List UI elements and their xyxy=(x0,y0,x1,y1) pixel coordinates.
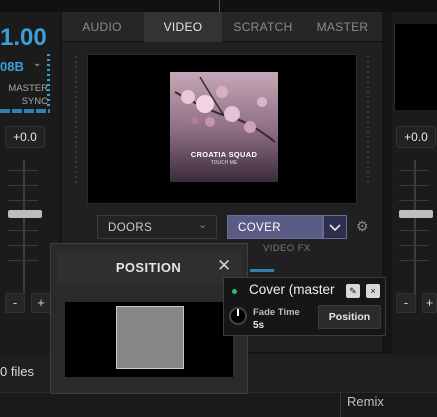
pitch-slider-thumb[interactable] xyxy=(8,210,42,218)
pitch-plus-button[interactable]: + xyxy=(31,293,51,313)
slider-tick xyxy=(399,200,429,201)
pitch-slider-thumb-right[interactable] xyxy=(399,210,433,218)
video-fx-dropdown[interactable]: COVER xyxy=(227,215,323,239)
pitch-minus-button-right[interactable]: - xyxy=(396,293,416,313)
video-fx-label: VIDEO FX xyxy=(263,243,311,254)
slider-tick xyxy=(8,230,38,231)
position-dialog-title: POSITION xyxy=(115,260,182,275)
slider-tick xyxy=(399,170,429,171)
footer-divider xyxy=(340,392,341,417)
key-display[interactable]: 08B xyxy=(0,59,24,74)
fx-level-indicator xyxy=(250,269,274,272)
slider-tick xyxy=(399,230,429,231)
master-label: MASTER xyxy=(8,83,48,94)
pitch-plus-button-right[interactable]: + xyxy=(422,293,437,313)
master-sync-label[interactable]: MASTER SYNC xyxy=(2,82,48,108)
sync-label: SYNC xyxy=(21,96,48,107)
tab-scratch[interactable]: SCRATCH xyxy=(223,12,303,42)
top-marker xyxy=(219,0,220,12)
right-video-preview xyxy=(394,24,437,110)
gear-icon[interactable]: ⚙ xyxy=(356,218,369,235)
top-strip xyxy=(0,0,437,12)
remix-tab[interactable]: Remix xyxy=(347,394,384,409)
bpm-display[interactable]: 1.00 xyxy=(0,24,47,52)
tab-bar: AUDIO VIDEO SCRATCH MASTER xyxy=(62,12,382,42)
left-dot-column xyxy=(75,56,77,186)
pitch-minus-button[interactable]: - xyxy=(5,293,25,313)
tab-video[interactable]: VIDEO xyxy=(144,12,222,42)
position-button[interactable]: Position xyxy=(318,305,381,329)
slider-tick xyxy=(8,245,38,246)
pitch-value-right[interactable]: +0.0 xyxy=(396,126,436,148)
pin-icon[interactable]: ✎ xyxy=(346,284,360,298)
pitch-slider-track-right[interactable] xyxy=(414,160,416,295)
close-icon[interactable]: × xyxy=(366,284,380,298)
chevron-down-icon[interactable]: ⌄ xyxy=(198,218,207,231)
knob-pointer xyxy=(237,309,239,316)
position-rect-handle[interactable] xyxy=(116,306,184,369)
cover-title-text: TOUCH ME xyxy=(210,160,238,166)
tab-master[interactable]: MASTER xyxy=(303,12,382,42)
sync-indicator xyxy=(0,109,50,113)
pitch-value[interactable]: +0.0 xyxy=(5,126,45,148)
cover-popup-title: Cover (master xyxy=(249,282,335,297)
fade-time-label: Fade Time xyxy=(253,307,300,318)
slider-tick xyxy=(399,245,429,246)
fade-time-value: 5s xyxy=(253,320,265,331)
pitch-slider-track[interactable] xyxy=(23,160,25,295)
slider-tick xyxy=(399,260,429,261)
close-icon[interactable]: ✕ xyxy=(217,256,231,276)
slider-tick xyxy=(8,260,38,261)
files-count: 0 files xyxy=(0,364,34,379)
cover-art: CROATIA SQUAD TOUCH ME xyxy=(170,72,278,182)
cover-artist-text: CROATIA SQUAD xyxy=(190,150,258,159)
slider-tick xyxy=(8,185,38,186)
active-indicator xyxy=(232,289,237,294)
slider-tick xyxy=(8,170,38,171)
chevron-down-icon xyxy=(329,224,341,232)
tab-audio[interactable]: AUDIO xyxy=(62,12,142,42)
slider-tick xyxy=(8,200,38,201)
chevron-down-icon[interactable]: ⌄ xyxy=(33,58,41,69)
slider-tick xyxy=(399,185,429,186)
fx-dropdown-toggle[interactable] xyxy=(323,215,347,239)
right-dot-column xyxy=(367,56,369,186)
